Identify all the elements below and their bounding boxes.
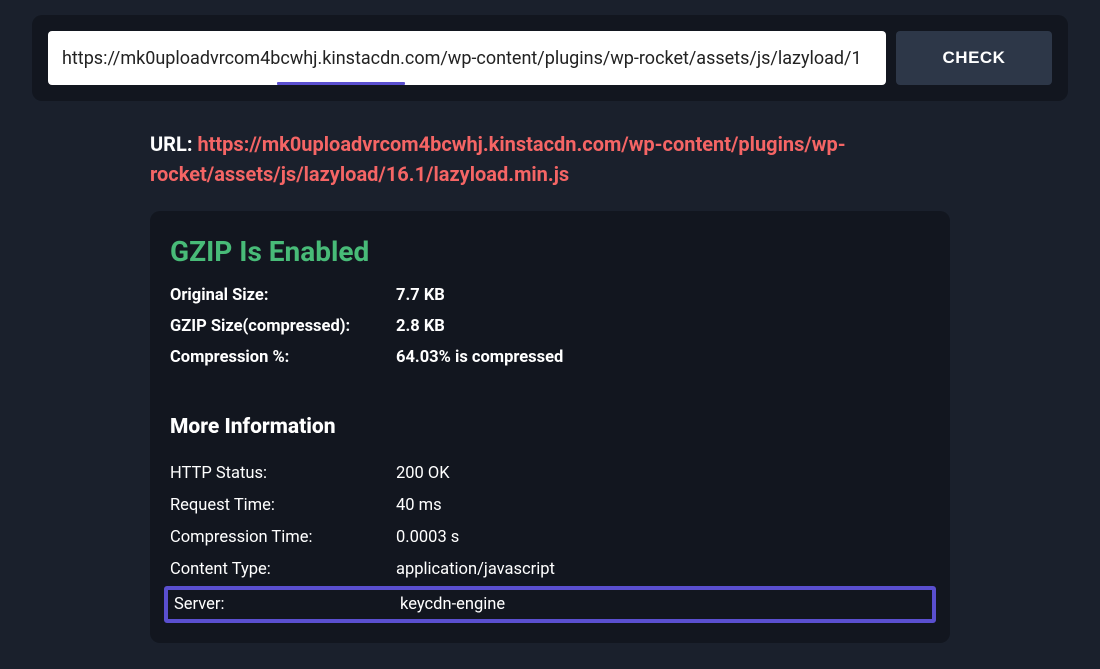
- more-info-heading: More Information: [170, 415, 930, 439]
- info-label: Server:: [174, 595, 400, 614]
- info-row-server: Server: keycdn-engine: [168, 593, 932, 616]
- summary-label: GZIP Size(compressed):: [170, 317, 396, 336]
- info-label: Compression Time:: [170, 528, 396, 547]
- result-url-line: URL: https://mk0uploadvrcom4bcwhj.kinsta…: [150, 129, 950, 189]
- result-panel: GZIP Is Enabled Original Size: 7.7 KB GZ…: [150, 211, 950, 643]
- info-value: 200 OK: [396, 464, 450, 483]
- url-label: URL:: [150, 132, 192, 156]
- summary-label: Original Size:: [170, 286, 396, 305]
- info-value: 0.0003 s: [396, 528, 459, 547]
- check-button[interactable]: CHECK: [896, 31, 1052, 85]
- server-highlight-annotation: Server: keycdn-engine: [164, 586, 936, 623]
- search-panel: CHECK: [32, 15, 1068, 101]
- summary-row: GZIP Size(compressed): 2.8 KB: [170, 311, 930, 342]
- info-row: Compression Time: 0.0003 s: [170, 521, 930, 553]
- summary-value: 64.03% is compressed: [396, 348, 563, 367]
- info-value: 40 ms: [396, 496, 442, 515]
- gzip-status-heading: GZIP Is Enabled: [170, 235, 930, 268]
- summary-row: Compression %: 64.03% is compressed: [170, 342, 930, 373]
- result-content: URL: https://mk0uploadvrcom4bcwhj.kinsta…: [150, 129, 950, 643]
- summary-label: Compression %:: [170, 348, 396, 367]
- summary-row: Original Size: 7.7 KB: [170, 280, 930, 311]
- summary-value: 7.7 KB: [396, 286, 445, 305]
- info-label: Content Type:: [170, 560, 396, 579]
- info-label: Request Time:: [170, 496, 396, 515]
- info-row: Request Time: 40 ms: [170, 489, 930, 521]
- info-row: Content Type: application/javascript: [170, 553, 930, 585]
- domain-underline-annotation: [277, 82, 405, 85]
- url-input[interactable]: [48, 31, 886, 85]
- url-value[interactable]: https://mk0uploadvrcom4bcwhj.kinstacdn.c…: [150, 132, 846, 186]
- info-value: keycdn-engine: [400, 595, 505, 614]
- info-row: HTTP Status: 200 OK: [170, 457, 930, 489]
- info-value: application/javascript: [396, 560, 555, 579]
- info-label: HTTP Status:: [170, 464, 396, 483]
- summary-value: 2.8 KB: [396, 317, 445, 336]
